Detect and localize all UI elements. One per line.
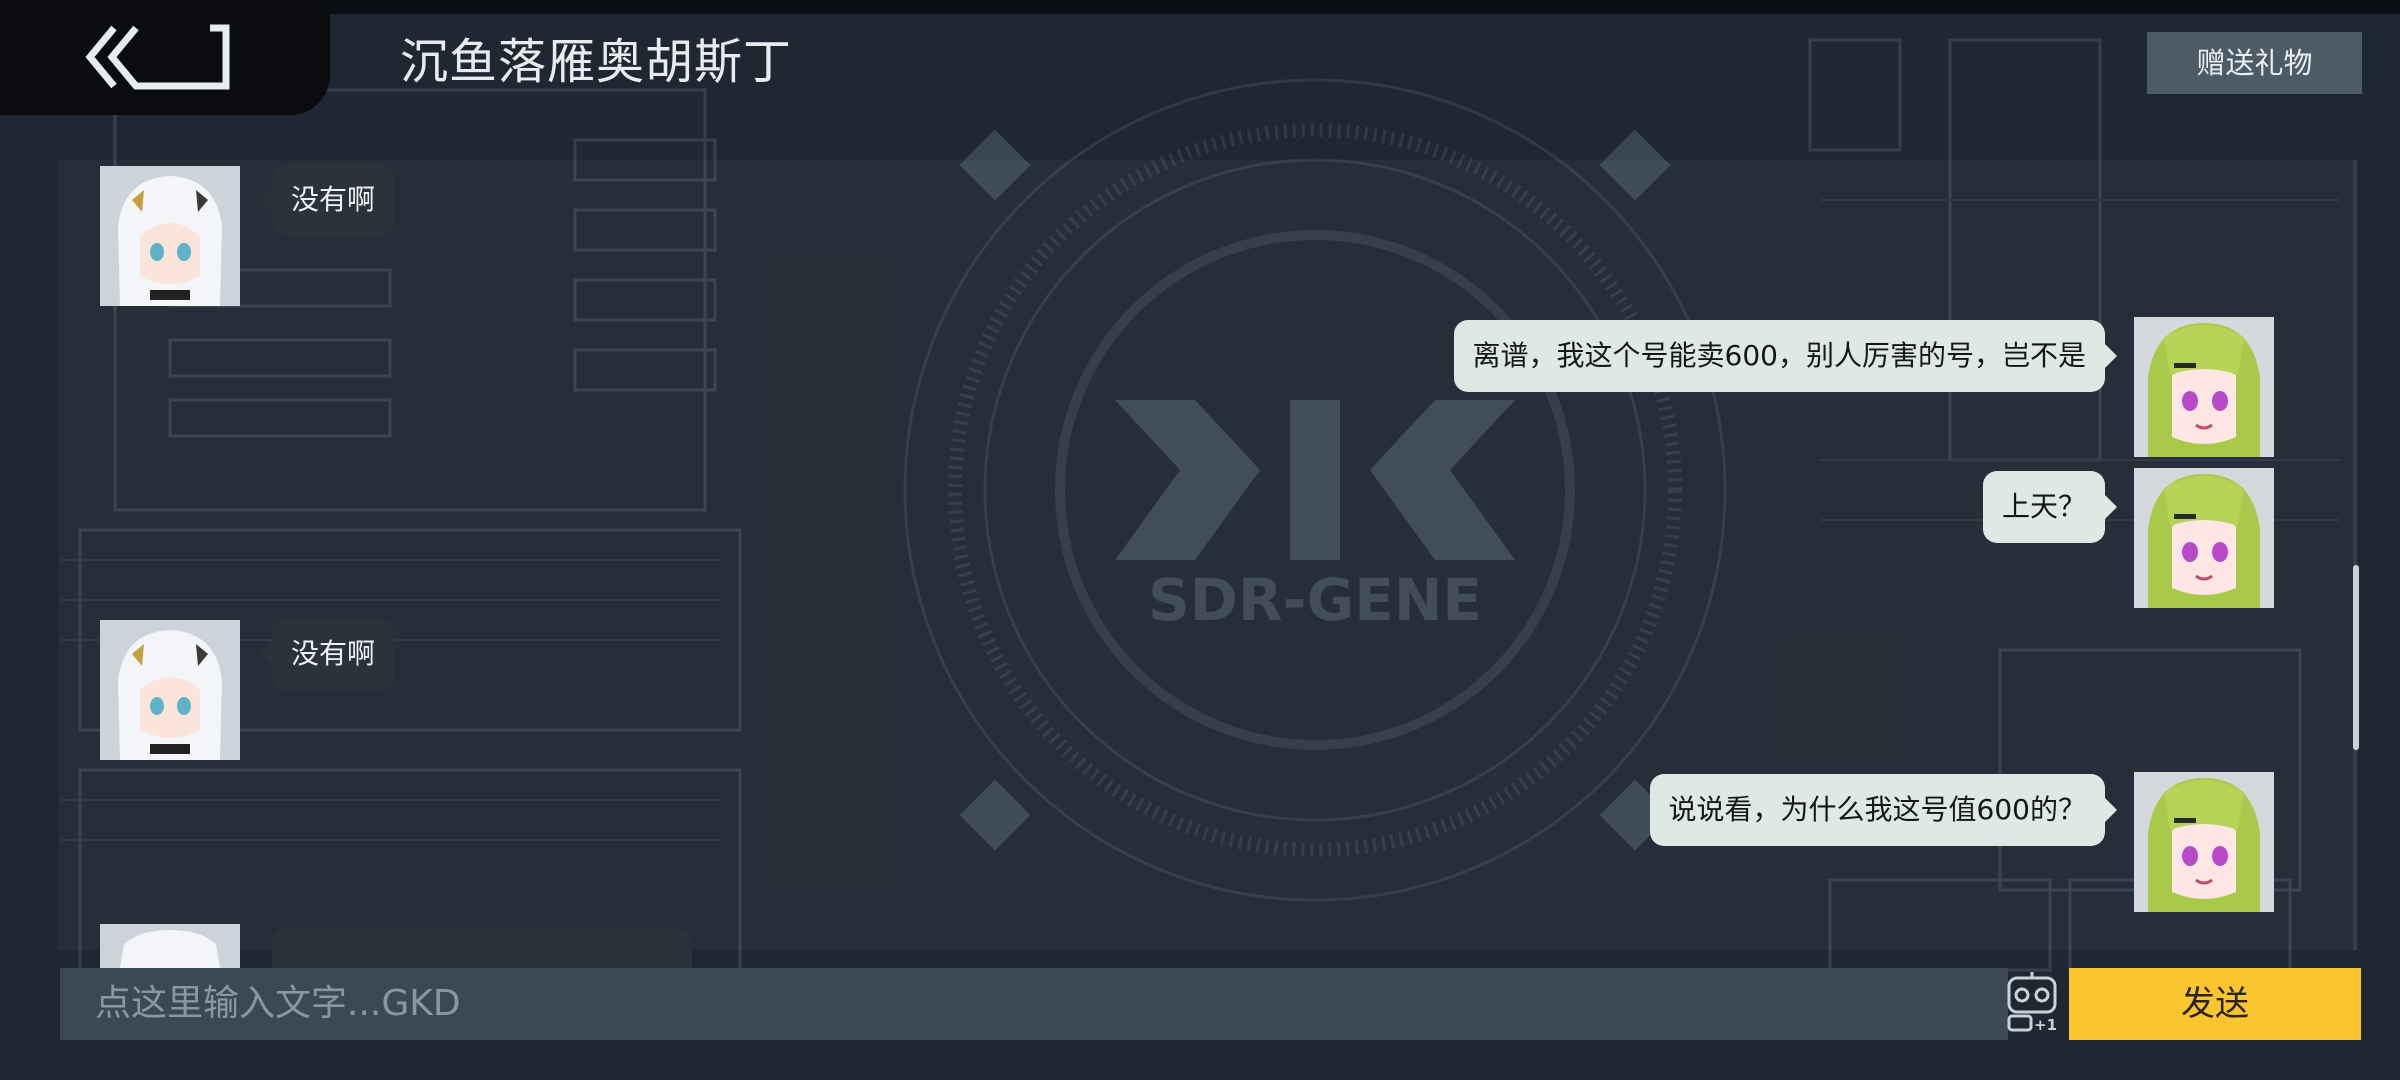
send-gift-button[interactable]: 赠送礼物 — [2147, 32, 2362, 94]
message-input[interactable]: 点这里输入文字...GKD — [60, 968, 2008, 1040]
message-bubble-incoming-partial — [272, 928, 692, 968]
contact-avatar[interactable] — [100, 620, 240, 760]
contact-avatar[interactable] — [100, 924, 240, 968]
message-bubble-outgoing: 上天？ — [1982, 471, 2118, 543]
user-avatar[interactable] — [2134, 317, 2274, 457]
message-bubble-outgoing: 说说看，为什么我这号值600的？ — [1649, 774, 2118, 846]
chat-title: 沉鱼落雁奥胡斯丁 — [400, 34, 793, 90]
send-button[interactable]: 发送 — [2069, 968, 2361, 1040]
scrollbar-track[interactable] — [2353, 160, 2357, 950]
svg-text:+1: +1 — [2034, 1016, 2057, 1034]
user-avatar[interactable] — [2134, 468, 2274, 608]
user-avatar[interactable] — [2134, 772, 2274, 912]
message-bubble-incoming: 没有啊 — [259, 618, 395, 690]
scrollbar-thumb[interactable] — [2353, 565, 2359, 750]
back-button-container — [0, 0, 330, 115]
contact-avatar[interactable] — [100, 166, 240, 306]
sticker-robot-icon[interactable]: +1 — [2006, 970, 2058, 1036]
message-bubble-incoming: 没有啊 — [259, 164, 395, 236]
double-chevron-back-icon[interactable] — [80, 22, 240, 92]
message-bubble-outgoing: 离谱，我这个号能卖600，别人厉害的号，岂不是 — [1453, 320, 2118, 392]
